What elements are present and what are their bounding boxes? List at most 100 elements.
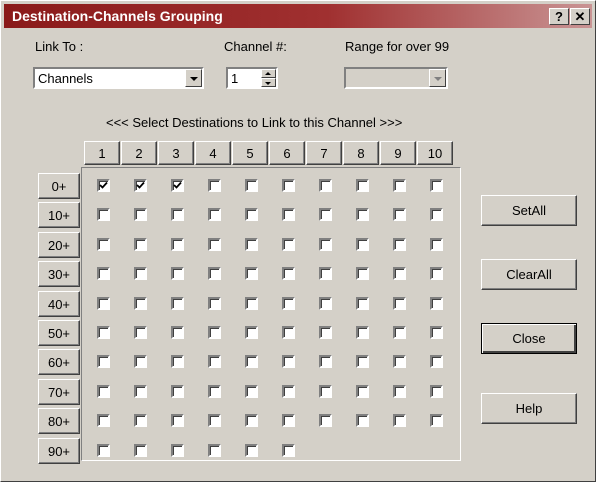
destination-checkbox[interactable] xyxy=(393,355,406,368)
channel-spinner[interactable]: 1 xyxy=(226,67,278,89)
destination-checkbox[interactable] xyxy=(97,444,110,457)
destination-checkbox[interactable] xyxy=(97,355,110,368)
destination-checkbox[interactable] xyxy=(97,267,110,280)
chevron-down-icon[interactable] xyxy=(429,69,446,87)
destination-checkbox[interactable] xyxy=(245,267,258,280)
destination-checkbox[interactable] xyxy=(97,238,110,251)
destination-checkbox[interactable] xyxy=(393,297,406,310)
destination-checkbox[interactable] xyxy=(319,326,332,339)
destination-checkbox[interactable] xyxy=(171,267,184,280)
destination-checkbox[interactable] xyxy=(356,297,369,310)
column-button[interactable]: 6 xyxy=(269,141,305,165)
column-button[interactable]: 1 xyxy=(84,141,120,165)
destination-checkbox[interactable] xyxy=(171,326,184,339)
destination-checkbox[interactable] xyxy=(245,179,258,192)
destination-checkbox[interactable] xyxy=(208,385,221,398)
destination-checkbox[interactable] xyxy=(134,238,147,251)
spin-down-icon[interactable] xyxy=(261,78,276,87)
destination-checkbox[interactable] xyxy=(393,385,406,398)
destination-checkbox[interactable] xyxy=(430,414,443,427)
destination-checkbox[interactable] xyxy=(282,355,295,368)
destination-checkbox[interactable] xyxy=(356,208,369,221)
column-button[interactable]: 4 xyxy=(195,141,231,165)
destination-checkbox[interactable] xyxy=(282,267,295,280)
destination-checkbox[interactable] xyxy=(319,355,332,368)
column-button[interactable]: 7 xyxy=(306,141,342,165)
destination-checkbox[interactable] xyxy=(356,385,369,398)
row-button[interactable]: 90+ xyxy=(38,438,80,464)
destination-checkbox[interactable] xyxy=(208,267,221,280)
destination-checkbox[interactable] xyxy=(356,238,369,251)
destination-checkbox[interactable] xyxy=(245,385,258,398)
column-button[interactable]: 5 xyxy=(232,141,268,165)
spin-up-icon[interactable] xyxy=(261,69,276,78)
destination-checkbox[interactable] xyxy=(393,414,406,427)
destination-checkbox[interactable] xyxy=(319,179,332,192)
destination-checkbox[interactable] xyxy=(245,355,258,368)
destination-checkbox[interactable] xyxy=(393,208,406,221)
destination-checkbox[interactable] xyxy=(134,355,147,368)
destination-checkbox[interactable] xyxy=(430,267,443,280)
destination-checkbox[interactable] xyxy=(319,238,332,251)
destination-checkbox[interactable] xyxy=(393,326,406,339)
row-button[interactable]: 80+ xyxy=(38,408,80,434)
destination-checkbox[interactable] xyxy=(134,414,147,427)
destination-checkbox[interactable] xyxy=(208,326,221,339)
destination-checkbox[interactable] xyxy=(282,179,295,192)
destination-checkbox[interactable] xyxy=(430,385,443,398)
destination-checkbox[interactable] xyxy=(171,208,184,221)
destination-checkbox[interactable] xyxy=(356,355,369,368)
close-icon[interactable]: ✕ xyxy=(570,8,590,25)
destination-checkbox[interactable] xyxy=(356,267,369,280)
destination-checkbox[interactable] xyxy=(282,326,295,339)
destination-checkbox[interactable] xyxy=(171,385,184,398)
destination-checkbox[interactable] xyxy=(208,444,221,457)
destination-checkbox[interactable] xyxy=(319,385,332,398)
help-icon[interactable]: ? xyxy=(549,8,569,25)
set-all-button[interactable]: SetAll xyxy=(481,195,577,226)
destination-checkbox[interactable] xyxy=(171,355,184,368)
destination-checkbox[interactable] xyxy=(97,326,110,339)
destination-checkbox[interactable] xyxy=(356,326,369,339)
row-button[interactable]: 50+ xyxy=(38,320,80,346)
row-button[interactable]: 70+ xyxy=(38,379,80,405)
destination-checkbox[interactable] xyxy=(171,297,184,310)
destination-checkbox[interactable] xyxy=(430,355,443,368)
destination-checkbox[interactable] xyxy=(356,179,369,192)
row-button[interactable]: 0+ xyxy=(38,173,80,199)
destination-checkbox[interactable] xyxy=(282,385,295,398)
destination-checkbox[interactable] xyxy=(97,414,110,427)
destination-checkbox[interactable] xyxy=(282,238,295,251)
destination-checkbox[interactable] xyxy=(430,238,443,251)
destination-checkbox[interactable] xyxy=(245,297,258,310)
destination-checkbox[interactable] xyxy=(171,414,184,427)
destination-checkbox[interactable] xyxy=(208,414,221,427)
destination-checkbox[interactable] xyxy=(208,179,221,192)
row-button[interactable]: 60+ xyxy=(38,349,80,375)
destination-checkbox[interactable] xyxy=(430,326,443,339)
destination-checkbox[interactable] xyxy=(282,208,295,221)
destination-checkbox[interactable] xyxy=(134,444,147,457)
row-button[interactable]: 30+ xyxy=(38,261,80,287)
destination-checkbox[interactable] xyxy=(134,208,147,221)
destination-checkbox[interactable] xyxy=(319,297,332,310)
destination-checkbox[interactable] xyxy=(171,179,184,192)
destination-checkbox[interactable] xyxy=(134,179,147,192)
destination-checkbox[interactable] xyxy=(134,326,147,339)
destination-checkbox[interactable] xyxy=(282,444,295,457)
column-button[interactable]: 10 xyxy=(417,141,453,165)
destination-checkbox[interactable] xyxy=(430,208,443,221)
row-button[interactable]: 20+ xyxy=(38,232,80,258)
column-button[interactable]: 2 xyxy=(121,141,157,165)
destination-checkbox[interactable] xyxy=(356,414,369,427)
destination-checkbox[interactable] xyxy=(393,238,406,251)
destination-checkbox[interactable] xyxy=(97,208,110,221)
title-bar[interactable]: Destination-Channels Grouping ? ✕ xyxy=(4,4,592,28)
destination-checkbox[interactable] xyxy=(97,385,110,398)
destination-checkbox[interactable] xyxy=(134,385,147,398)
close-button[interactable]: Close xyxy=(481,323,577,354)
link-to-combo[interactable]: Channels xyxy=(33,67,204,89)
destination-checkbox[interactable] xyxy=(208,297,221,310)
destination-checkbox[interactable] xyxy=(245,208,258,221)
column-button[interactable]: 9 xyxy=(380,141,416,165)
